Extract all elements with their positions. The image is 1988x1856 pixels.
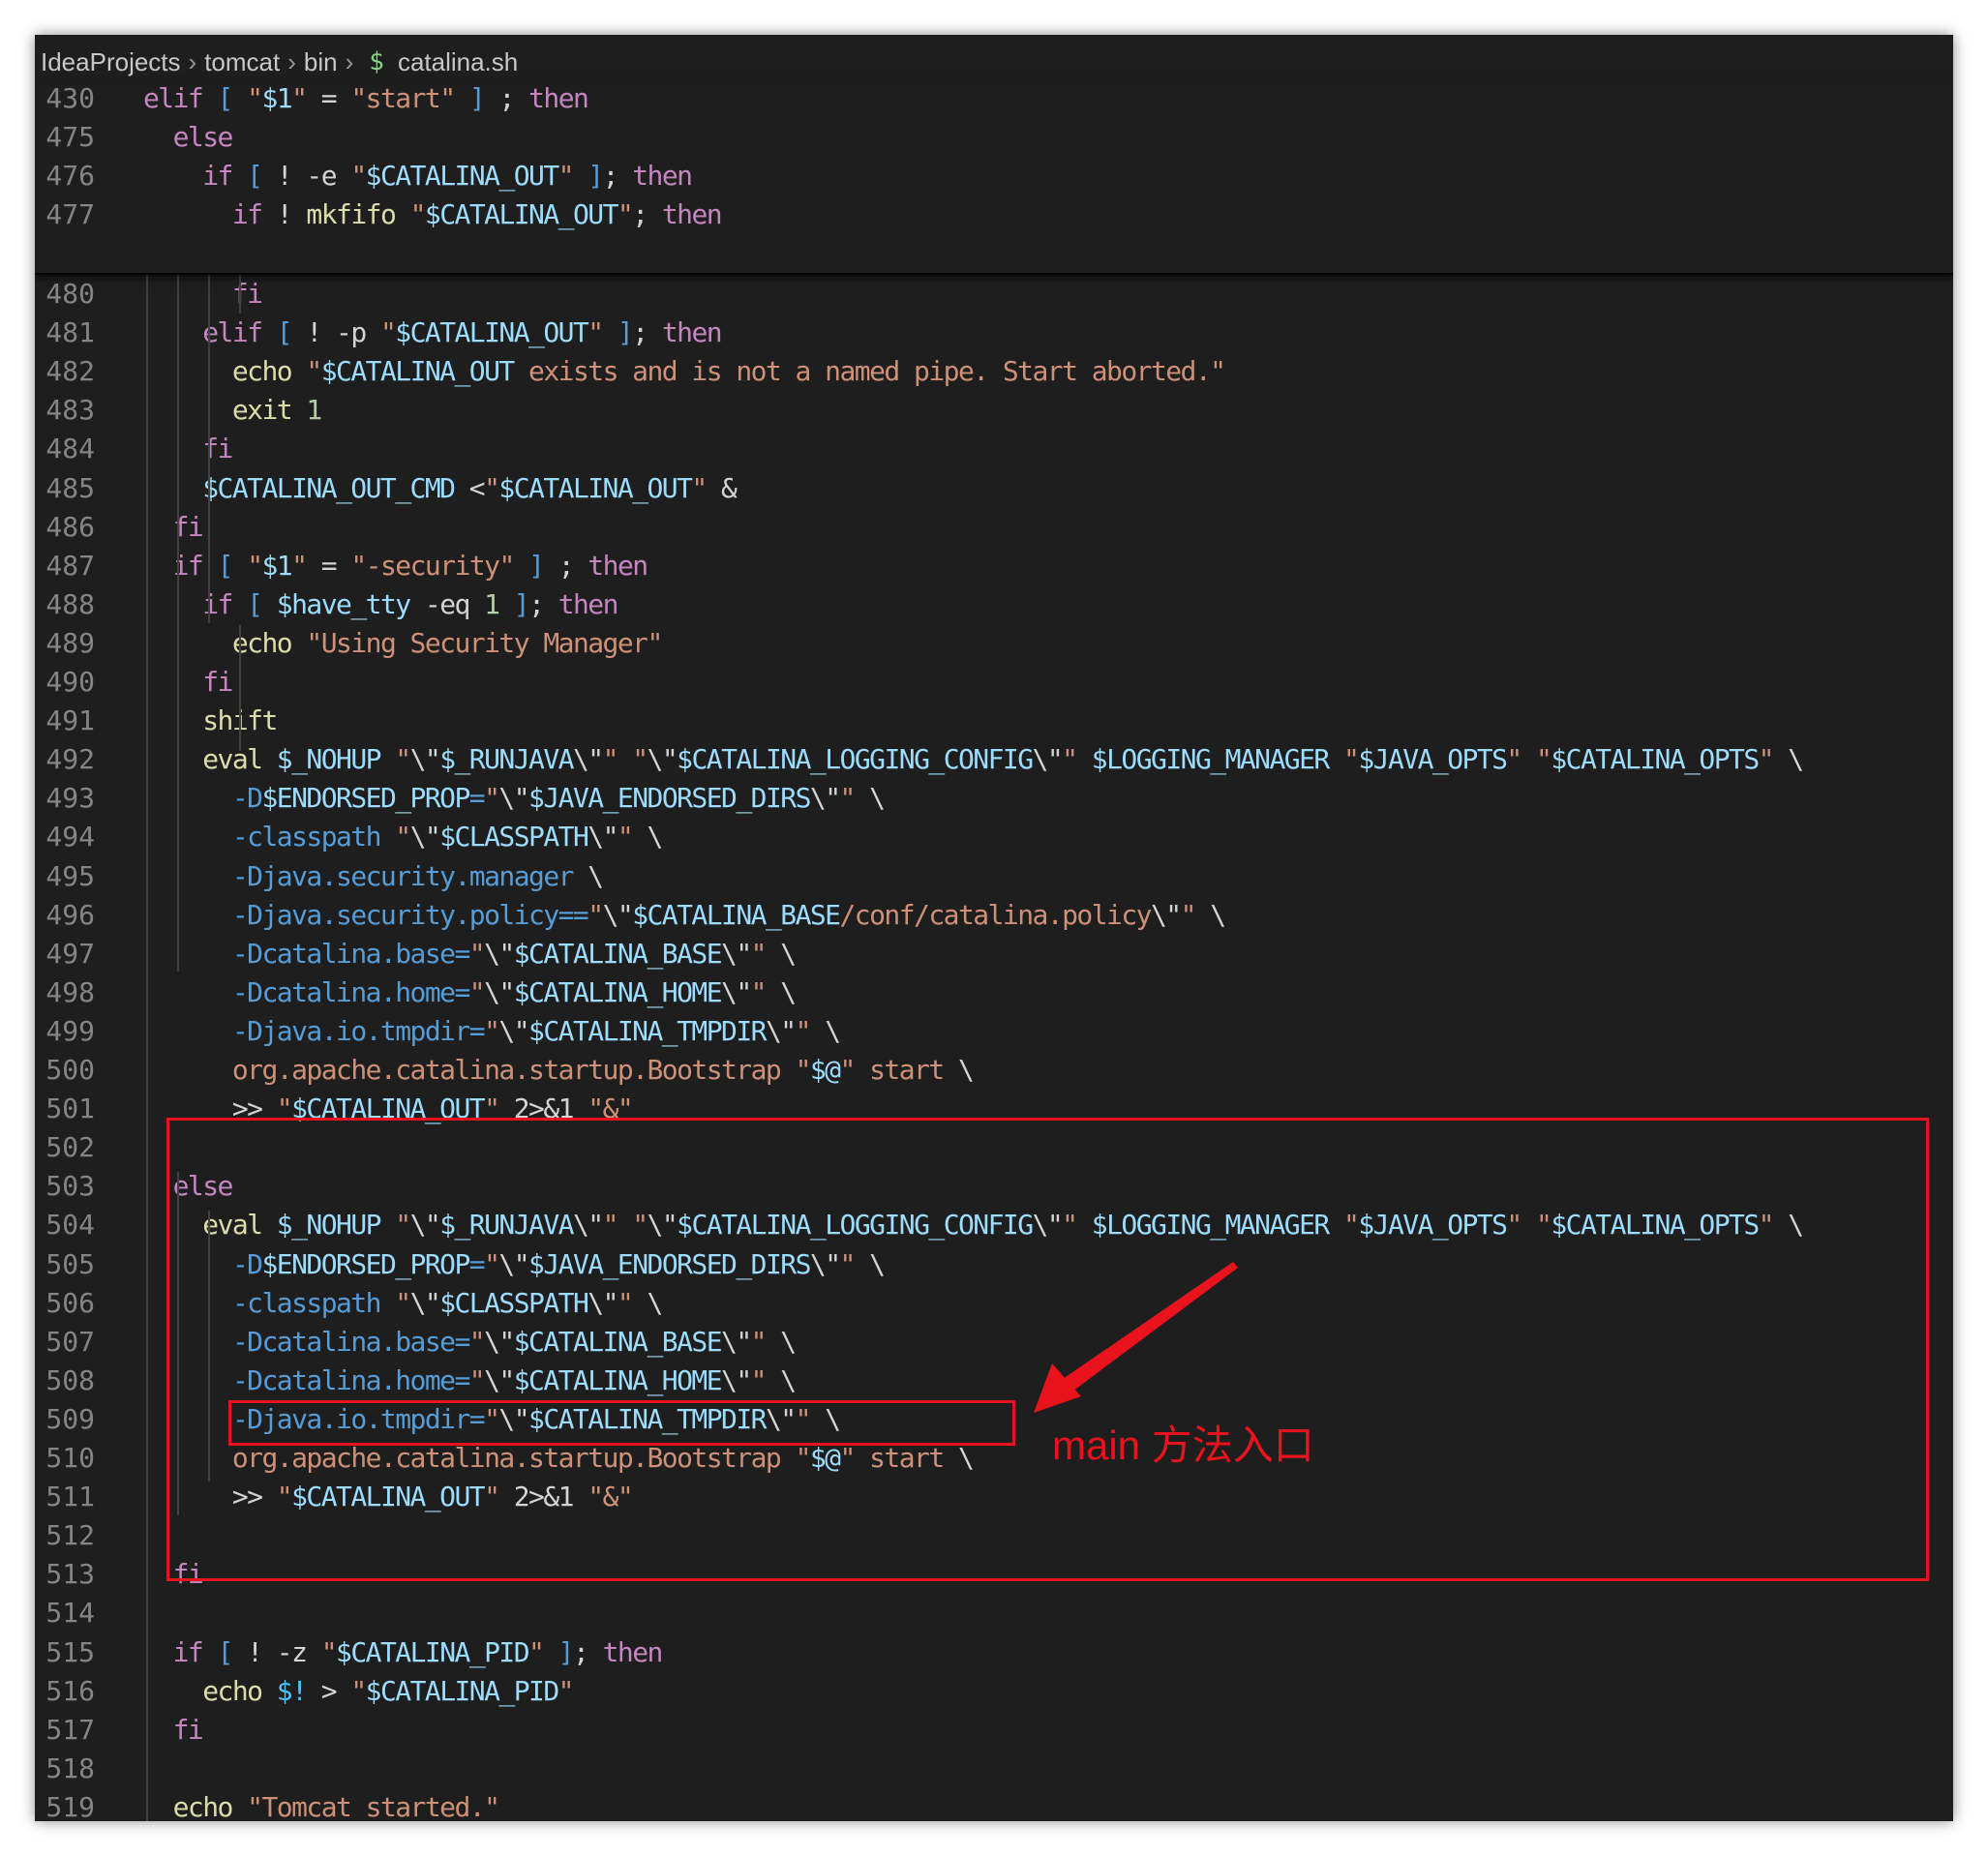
- line-number: 477: [45, 198, 95, 230]
- code-token: ]: [468, 82, 486, 114]
- arrow-shaft: [1063, 1262, 1238, 1392]
- code-token: ": [291, 82, 308, 114]
- code-token: $1: [261, 82, 292, 114]
- code-token: $CATALINA_OUT: [424, 198, 619, 230]
- code-token: then: [661, 198, 723, 230]
- code-token: =: [306, 82, 351, 114]
- code-token: elif: [143, 82, 204, 114]
- code-token: [: [217, 82, 234, 114]
- code-token: ": [409, 198, 427, 230]
- code-token: then: [528, 82, 589, 114]
- annotation-label: main 方法入口: [1052, 1422, 1314, 1468]
- code-line[interactable]: 430 elif [ "$1" = "start" ] ; then: [35, 79, 1953, 118]
- code-token: $CATALINA_OUT: [365, 160, 560, 192]
- code-token: ": [617, 198, 634, 230]
- line-code: else: [143, 118, 234, 157]
- code-token: "start": [350, 82, 456, 114]
- code-token: ;: [632, 198, 662, 230]
- code-token: !: [261, 198, 307, 230]
- code-token: if: [231, 198, 263, 230]
- code-token: ]: [587, 160, 604, 192]
- code-token: then: [632, 160, 693, 192]
- line-number: 430: [45, 82, 95, 114]
- line-code: if [ ! -e "$CATALINA_OUT" ]; then: [143, 157, 693, 195]
- code-token: mkfifo: [306, 198, 396, 230]
- code-token: ;: [602, 160, 633, 192]
- code-token: ": [557, 160, 575, 192]
- code-token: else: [172, 121, 234, 153]
- annotation-arrow: [1034, 1262, 1238, 1413]
- code-token: ;: [484, 82, 529, 114]
- line-code: elif [ "$1" = "start" ] ; then: [143, 79, 589, 118]
- code-token: [: [247, 160, 263, 192]
- sticky-scroll-header[interactable]: 430 elif [ "$1" = "start" ] ; then 475 els…: [35, 79, 1953, 275]
- code-line[interactable]: 477 if ! mkfifo "$CATALINA_OUT"; then: [35, 195, 1953, 234]
- code-token: ! -e: [261, 160, 351, 192]
- code-line[interactable]: 476 if [ ! -e "$CATALINA_OUT" ]; then: [35, 157, 1953, 195]
- line-number: 476: [45, 160, 95, 192]
- code-token: if: [202, 160, 233, 192]
- line-number: 475: [45, 121, 95, 153]
- code-token: ": [247, 82, 263, 114]
- line-code: if ! mkfifo "$CATALINA_OUT"; then: [143, 195, 723, 234]
- code-token: ": [350, 160, 367, 192]
- code-line[interactable]: 475 else: [35, 118, 1953, 157]
